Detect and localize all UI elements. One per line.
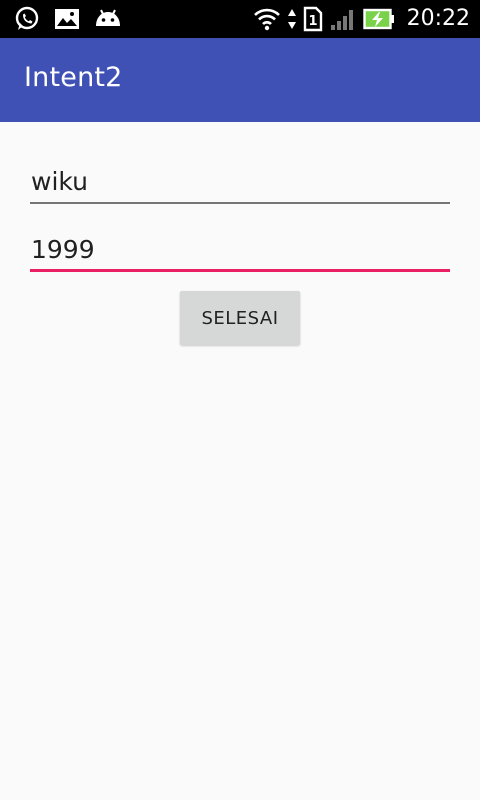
name-input[interactable]: wiku	[30, 160, 450, 204]
app-bar: Intent2	[0, 38, 480, 122]
wifi-icon	[253, 7, 281, 31]
year-input-underline	[30, 269, 450, 272]
battery-charging-icon	[362, 7, 395, 31]
image-icon	[54, 8, 80, 30]
status-bar: 1 20:22	[0, 0, 480, 38]
selesai-button[interactable]: SELESAI	[180, 291, 300, 345]
sim-slot-number: 1	[308, 14, 317, 29]
name-input-value: wiku	[31, 167, 88, 196]
app-title: Intent2	[24, 62, 123, 93]
data-arrows-icon	[287, 7, 297, 31]
name-input-underline	[30, 202, 450, 204]
main-content: wiku 1999 SELESAI	[0, 122, 480, 800]
year-input[interactable]: 1999	[30, 228, 450, 272]
signal-icon	[329, 7, 357, 31]
notification-icons	[14, 6, 122, 32]
whatsapp-icon	[14, 6, 40, 32]
year-input-value: 1999	[31, 235, 95, 264]
status-clock: 20:22	[406, 6, 470, 31]
android-icon	[94, 8, 122, 30]
sim-card-icon: 1	[303, 6, 323, 32]
system-status-icons: 1 20:22	[253, 5, 470, 33]
